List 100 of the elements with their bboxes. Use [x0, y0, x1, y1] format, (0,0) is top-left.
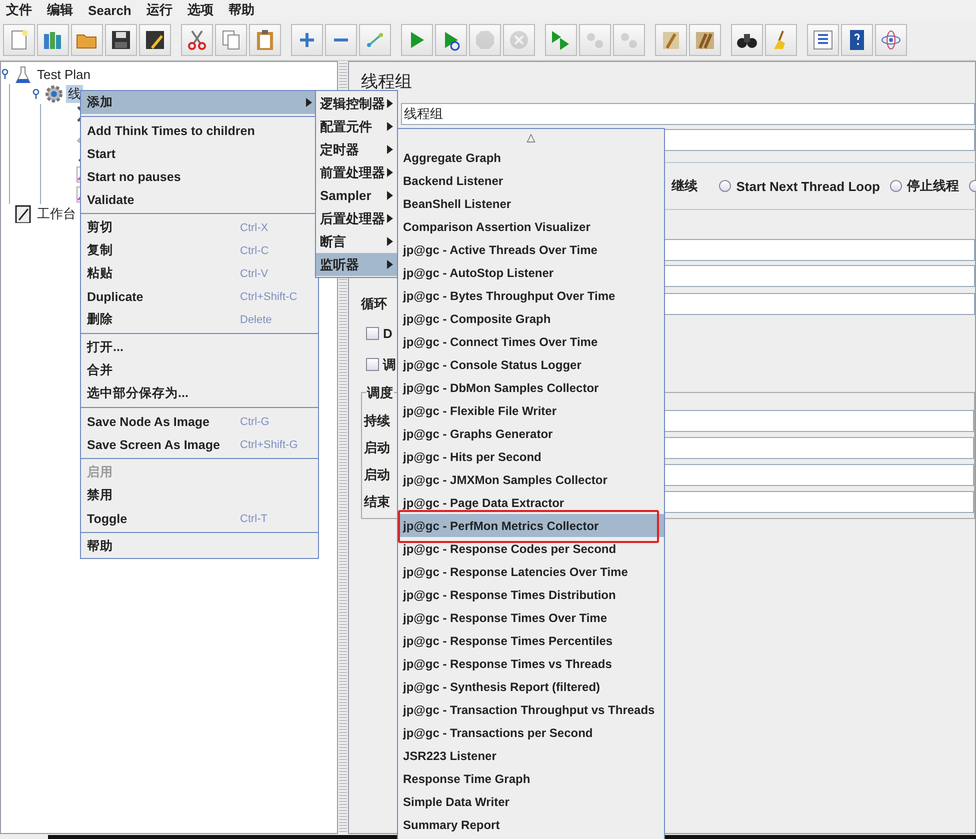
menu-item[interactable]: Backend Listener — [398, 169, 664, 192]
menu-item[interactable]: jp@gc - Connect Times Over Time — [398, 330, 664, 353]
tree-item[interactable]: Test Plan — [35, 66, 92, 82]
menu-item[interactable]: jp@gc - Synthesis Report (filtered) — [398, 675, 664, 698]
menu-item[interactable]: 后置处理器 — [316, 207, 397, 230]
menu-item[interactable]: 监听器 — [316, 253, 397, 276]
menu-item[interactable]: 定时器 — [316, 138, 397, 161]
notepad-icon — [14, 205, 32, 223]
submenu-arrow-icon — [387, 99, 393, 108]
menu-item[interactable]: jp@gc - Console Status Logger — [398, 353, 664, 376]
atom-icon — [879, 28, 903, 52]
menu-item[interactable]: 合并 — [81, 359, 318, 382]
copy-button[interactable] — [215, 24, 247, 56]
checkbox[interactable] — [366, 358, 379, 371]
menu-item[interactable]: jp@gc - Response Times Distribution — [398, 583, 664, 606]
menu-item[interactable]: jp@gc - Response Times Percentiles — [398, 629, 664, 652]
menu-item[interactable]: 选项 — [187, 1, 214, 19]
field-label: 循环 — [361, 295, 388, 313]
list-button[interactable] — [807, 24, 839, 56]
toggle-button[interactable] — [359, 24, 391, 56]
scroll-up-arrow[interactable]: △ — [526, 131, 536, 144]
save-as-button[interactable] — [139, 24, 171, 56]
binoculars-button[interactable] — [731, 24, 763, 56]
radio-button[interactable] — [890, 180, 902, 192]
menu-item[interactable]: Search — [88, 2, 132, 18]
save-as-icon — [143, 28, 167, 52]
menu-item[interactable]: 运行 — [146, 1, 172, 19]
menu-item[interactable]: 帮助 — [81, 535, 318, 558]
menu-item[interactable]: Save Screen As Image Ctrl+Shift-G — [81, 433, 318, 456]
menu-item[interactable]: 粘贴 Ctrl-V — [81, 262, 318, 285]
menu-item[interactable]: 前置处理器 — [316, 161, 397, 184]
menu-item[interactable]: 添加 — [81, 91, 318, 114]
menu-item[interactable]: jp@gc - Page Data Extractor — [398, 491, 664, 514]
menu-item[interactable]: jp@gc - AutoStop Listener — [398, 261, 664, 284]
menu-item[interactable]: Sampler — [316, 184, 397, 207]
menu-item[interactable]: 逻辑控制器 — [316, 92, 397, 115]
menu-item[interactable]: 文件 — [6, 1, 32, 19]
field-label: 启动 — [364, 439, 391, 457]
play-no-pause-button[interactable] — [435, 24, 467, 56]
menu-item[interactable]: 打开... — [81, 336, 318, 359]
menu-item[interactable]: jp@gc - Flexible File Writer — [398, 399, 664, 422]
menu-item[interactable]: jp@gc - JMXMon Samples Collector — [398, 468, 664, 491]
menu-item[interactable]: jp@gc - Composite Graph — [398, 307, 664, 330]
menu-item[interactable]: 帮助 — [228, 1, 254, 19]
checkbox[interactable] — [366, 327, 379, 340]
atom-button[interactable] — [875, 24, 907, 56]
menu-item[interactable]: jp@gc - Transactions per Second — [398, 721, 664, 744]
menu-item[interactable]: JSR223 Listener — [398, 744, 664, 767]
menu-item[interactable]: BeanShell Listener — [398, 192, 664, 215]
menu-item[interactable]: Simple Data Writer — [398, 790, 664, 813]
radio-button[interactable] — [719, 180, 732, 192]
play-button[interactable] — [401, 24, 433, 56]
remote-play-button[interactable] — [545, 24, 577, 56]
menu-item[interactable]: jp@gc - PerfMon Metrics Collector — [398, 514, 664, 537]
menu-item[interactable]: Validate — [81, 188, 318, 211]
menu-item[interactable]: Toggle Ctrl-T — [81, 507, 318, 530]
menu-item[interactable]: Comparison Assertion Visualizer — [398, 215, 664, 238]
menu-item[interactable]: 删除 Delete — [81, 308, 318, 331]
tree-item[interactable]: 工作台 — [35, 205, 78, 223]
help-book-button[interactable] — [841, 24, 873, 56]
new-document-button[interactable] — [3, 24, 35, 56]
plus-button[interactable] — [291, 24, 323, 56]
submenu-arrow-icon — [387, 168, 393, 177]
menu-item[interactable]: jp@gc - Active Threads Over Time — [398, 238, 664, 261]
menu-item[interactable]: jp@gc - Response Codes per Second — [398, 537, 664, 560]
menu-item[interactable]: 选中部分保存为... — [81, 382, 318, 405]
menu-item[interactable]: Save Node As Image Ctrl-G — [81, 410, 318, 433]
menu-item[interactable]: 断言 — [316, 230, 397, 253]
menu-item[interactable]: jp@gc - Hits per Second — [398, 445, 664, 468]
field-label: 启动 — [364, 466, 391, 484]
menu-item[interactable]: Add Think Times to children — [81, 119, 318, 142]
menu-item[interactable]: Start — [81, 142, 318, 165]
menu-item[interactable]: 禁用 — [81, 484, 318, 507]
menu-item[interactable]: Response Time Graph — [398, 767, 664, 790]
broom-button[interactable] — [655, 24, 687, 56]
scissors-button[interactable] — [181, 24, 213, 56]
menu-item[interactable]: jp@gc - Response Times Over Time — [398, 606, 664, 629]
folder-button[interactable] — [71, 24, 103, 56]
menu-item[interactable]: jp@gc - Transaction Throughput vs Threads — [398, 698, 664, 721]
menu-item[interactable]: Start no pauses — [81, 165, 318, 188]
menu-item[interactable]: jp@gc - Bytes Throughput Over Time — [398, 284, 664, 307]
menu-item[interactable]: jp@gc - Response Times vs Threads — [398, 652, 664, 675]
menu-item[interactable]: 配置元件 — [316, 115, 397, 138]
menu-item[interactable]: 复制 Ctrl-C — [81, 239, 318, 262]
floppy-disk-button[interactable] — [105, 24, 137, 56]
name-field[interactable]: 线程组 — [401, 103, 975, 125]
expanded-handle-icon[interactable] — [32, 89, 42, 99]
menu-item[interactable]: Duplicate Ctrl+Shift-C — [81, 285, 318, 308]
books-button[interactable] — [37, 24, 69, 56]
menu-item[interactable]: jp@gc - Response Latencies Over Time — [398, 560, 664, 583]
menu-item[interactable]: Aggregate Graph — [398, 146, 664, 169]
brooms-button[interactable] — [689, 24, 721, 56]
menu-item[interactable]: 编辑 — [47, 1, 73, 19]
expanded-handle-icon[interactable] — [1, 69, 11, 79]
menu-item[interactable]: jp@gc - Graphs Generator — [398, 422, 664, 445]
minus-button[interactable] — [325, 24, 357, 56]
clipboard-button[interactable] — [249, 24, 281, 56]
menu-item[interactable]: Summary Report — [398, 813, 664, 836]
menu-item[interactable]: jp@gc - DbMon Samples Collector — [398, 376, 664, 399]
menu-item[interactable]: 剪切 Ctrl-X — [81, 216, 318, 239]
